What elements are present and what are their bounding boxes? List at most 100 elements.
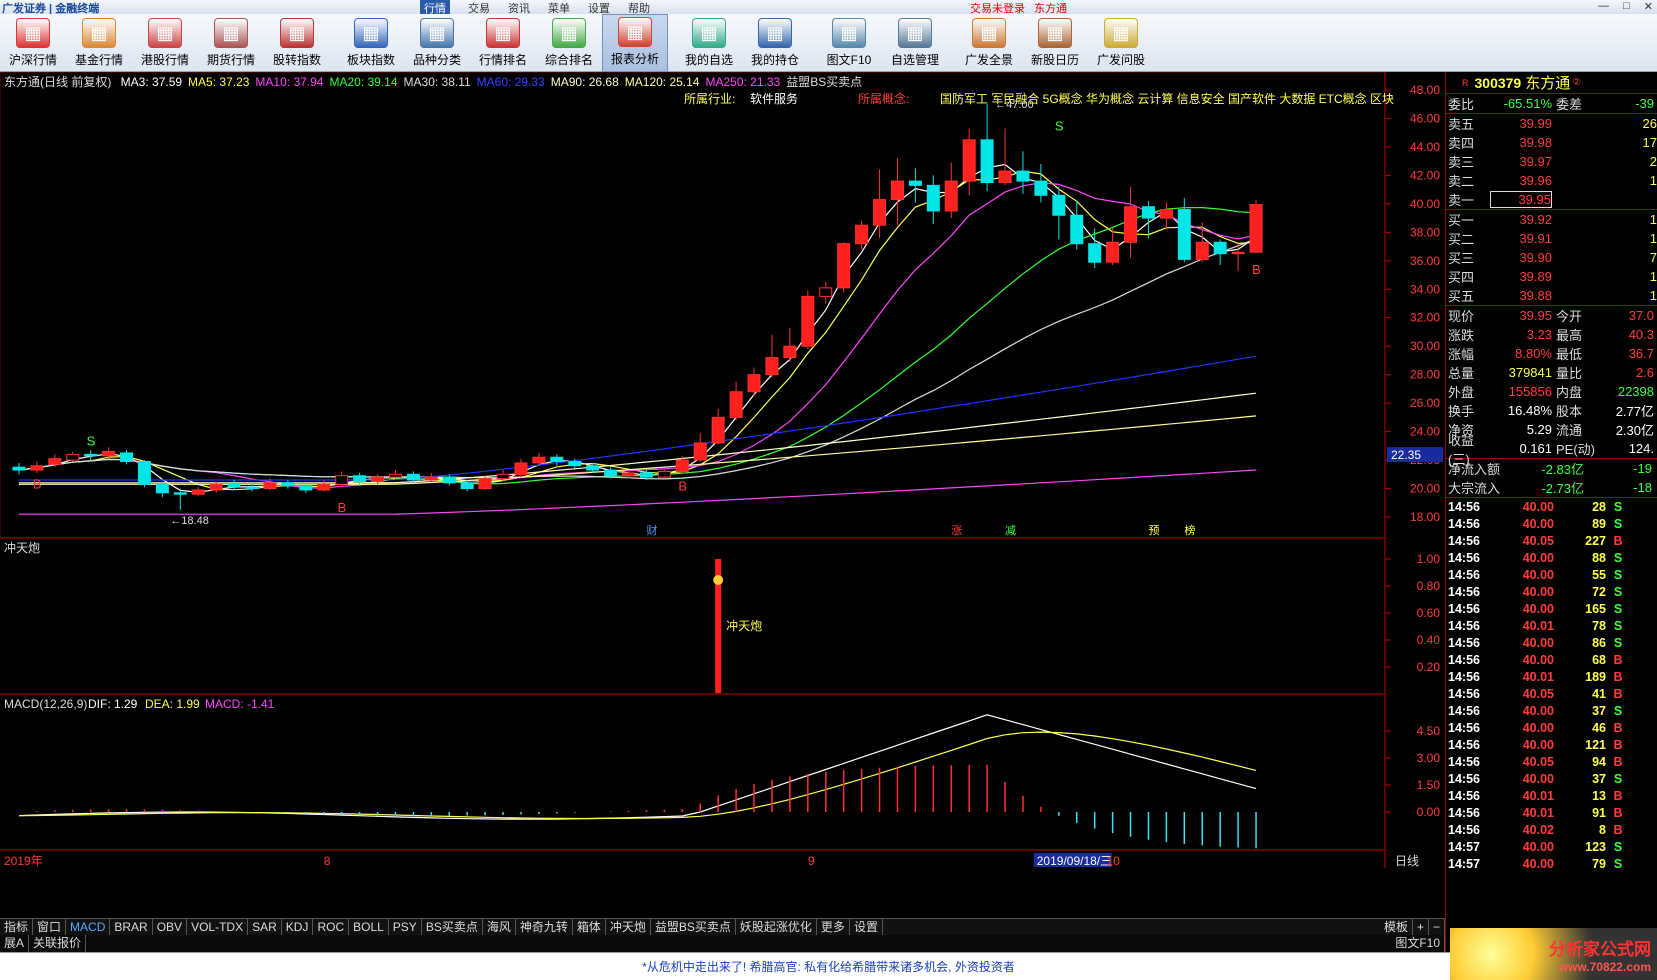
- toolbar-button-10[interactable]: ▦ 我的自选: [676, 14, 742, 72]
- tab-9[interactable]: BOLL: [349, 919, 389, 935]
- tick-row[interactable]: 14:56 40.05 41 B: [1446, 685, 1657, 702]
- order-book-row[interactable]: 卖二 39.96 1: [1446, 171, 1657, 190]
- candle[interactable]: [926, 175, 940, 224]
- tick-row[interactable]: 14:56 40.01 78 S: [1446, 617, 1657, 634]
- tick-row[interactable]: 14:56 40.00 37 S: [1446, 702, 1657, 719]
- tick-row[interactable]: 14:56 40.01 13 B: [1446, 787, 1657, 804]
- tab-19[interactable]: 设置: [850, 919, 883, 935]
- tick-row[interactable]: 14:56 40.00 55 S: [1446, 566, 1657, 583]
- tab-right-1[interactable]: +: [1413, 919, 1429, 935]
- tab-13[interactable]: 神奇九转: [516, 919, 573, 935]
- order-book-row[interactable]: 卖五 39.99 26: [1446, 114, 1657, 133]
- news-ticker[interactable]: *从危机中走出来了! 希腊高官: 私有化给希腊带来诸多机会, 外资投资者: [0, 952, 1657, 980]
- toolbar-button-15[interactable]: ▦ 新股日历: [1022, 14, 1088, 72]
- tab-0[interactable]: 指标: [0, 919, 34, 935]
- tick-list[interactable]: 14:56 40.00 28 S 14:56 40.00 89 S 14:56 40.05 227 B…: [1446, 498, 1657, 872]
- tab-15[interactable]: 冲天炮: [606, 919, 651, 935]
- candle[interactable]: [1249, 199, 1263, 253]
- close-icon[interactable]: ✕: [1644, 0, 1653, 13]
- tab-10[interactable]: PSY: [389, 919, 422, 935]
- tab-12[interactable]: 海风: [483, 919, 516, 935]
- toolbar-button-0[interactable]: ▦ 沪深行情: [0, 14, 66, 72]
- candle[interactable]: [1088, 228, 1102, 268]
- tick-row[interactable]: 14:57 40.00 79 S: [1446, 855, 1657, 872]
- candle[interactable]: [1052, 186, 1066, 240]
- order-book-row[interactable]: 卖四 39.98 17: [1446, 133, 1657, 152]
- candle[interactable]: [980, 104, 994, 192]
- f10-link[interactable]: 图文F10: [1391, 935, 1445, 952]
- subtab-1[interactable]: 关联报价: [29, 935, 87, 952]
- toolbar-button-8[interactable]: ▦ 综合排名: [536, 14, 602, 72]
- chart-area[interactable]: 48.00 46.00 44.00 42.00 40.00 38.00 36.00 34.00…: [0, 72, 1445, 952]
- toolbar-button-7[interactable]: ▦ 行情排名: [470, 14, 536, 72]
- candle[interactable]: [120, 450, 134, 465]
- tick-row[interactable]: 14:56 40.00 68 B: [1446, 651, 1657, 668]
- toolbar-button-2[interactable]: ▦ 港股行情: [132, 14, 198, 72]
- candle[interactable]: [908, 168, 922, 203]
- toolbar-button-9[interactable]: ▦ 报表分析: [602, 14, 668, 72]
- candle[interactable]: [299, 484, 313, 493]
- order-book-row[interactable]: 买四 39.89 1: [1446, 267, 1657, 286]
- tab-right-2[interactable]: −: [1429, 919, 1445, 935]
- candle[interactable]: [801, 290, 815, 350]
- tick-row[interactable]: 14:56 40.00 88 S: [1446, 549, 1657, 566]
- tick-row[interactable]: 14:56 40.05 94 B: [1446, 753, 1657, 770]
- candle[interactable]: [1124, 186, 1138, 258]
- candle[interactable]: [1070, 201, 1084, 250]
- candle[interactable]: [66, 451, 80, 462]
- candle[interactable]: [1106, 228, 1120, 266]
- candle[interactable]: [962, 128, 976, 196]
- tab-2[interactable]: MACD: [66, 919, 111, 935]
- toolbar-button-14[interactable]: ▦ 广发全景: [956, 14, 1022, 72]
- candle[interactable]: [998, 128, 1012, 186]
- toolbar-button-6[interactable]: ▦ 品种分类: [404, 14, 470, 72]
- tab-4[interactable]: OBV: [153, 919, 188, 935]
- candle[interactable]: [944, 162, 958, 219]
- tick-row[interactable]: 14:57 40.00 123 S: [1446, 838, 1657, 855]
- candle[interactable]: [1213, 239, 1227, 266]
- candle[interactable]: [657, 468, 671, 479]
- tab-right-0[interactable]: 模板: [1380, 919, 1413, 935]
- tab-14[interactable]: 箱体: [573, 919, 606, 935]
- candle[interactable]: [191, 487, 205, 496]
- candle[interactable]: [819, 282, 833, 304]
- kline-chart[interactable]: 48.00 46.00 44.00 42.00 40.00 38.00 36.00 34.00…: [0, 72, 1445, 918]
- candle[interactable]: [1034, 164, 1048, 203]
- candle[interactable]: [227, 479, 241, 490]
- tab-11[interactable]: BS买卖点: [422, 919, 483, 935]
- tick-row[interactable]: 14:56 40.00 86 S: [1446, 634, 1657, 651]
- subtab-0[interactable]: 展A: [0, 935, 30, 952]
- tick-row[interactable]: 14:56 40.02 8 B: [1446, 821, 1657, 838]
- tab-16[interactable]: 益盟BS买卖点: [651, 919, 736, 935]
- order-book-row[interactable]: 买二 39.91 1: [1446, 229, 1657, 248]
- order-book-row[interactable]: 卖一 39.95: [1446, 190, 1657, 209]
- order-book-row[interactable]: 买一 39.92 1: [1446, 210, 1657, 229]
- tab-1[interactable]: 窗口: [33, 919, 67, 935]
- candle[interactable]: [155, 481, 169, 498]
- candle[interactable]: [137, 460, 151, 488]
- tab-3[interactable]: BRAR: [110, 919, 153, 935]
- candle[interactable]: [890, 158, 904, 226]
- tick-row[interactable]: 14:56 40.00 121 B: [1446, 736, 1657, 753]
- minimize-icon[interactable]: —: [1598, 0, 1609, 13]
- candle[interactable]: [729, 381, 743, 421]
- candle[interactable]: [837, 242, 851, 293]
- tick-row[interactable]: 14:56 40.00 165 S: [1446, 600, 1657, 617]
- order-book-row[interactable]: 卖三 39.97 2: [1446, 152, 1657, 171]
- tab-5[interactable]: VOL-TDX: [187, 919, 249, 935]
- toolbar-button-3[interactable]: ▦ 期货行情: [198, 14, 264, 72]
- tick-row[interactable]: 14:56 40.00 28 S: [1446, 498, 1657, 515]
- order-book-row[interactable]: 买三 39.90 7: [1446, 248, 1657, 267]
- toolbar-button-4[interactable]: ▦ 股转指数: [264, 14, 330, 72]
- tick-row[interactable]: 14:56 40.00 72 S: [1446, 583, 1657, 600]
- candle[interactable]: [550, 454, 564, 466]
- tick-row[interactable]: 14:56 40.00 46 B: [1446, 719, 1657, 736]
- toolbar-button-16[interactable]: ▦ 广发问股: [1088, 14, 1154, 72]
- candle[interactable]: [1159, 202, 1173, 230]
- tick-row[interactable]: 14:56 40.01 189 B: [1446, 668, 1657, 685]
- candle[interactable]: [711, 408, 725, 445]
- candle[interactable]: [281, 479, 295, 489]
- tab-17[interactable]: 妖股起涨优化: [736, 919, 817, 935]
- candle[interactable]: [424, 472, 438, 482]
- tab-6[interactable]: SAR: [248, 919, 282, 935]
